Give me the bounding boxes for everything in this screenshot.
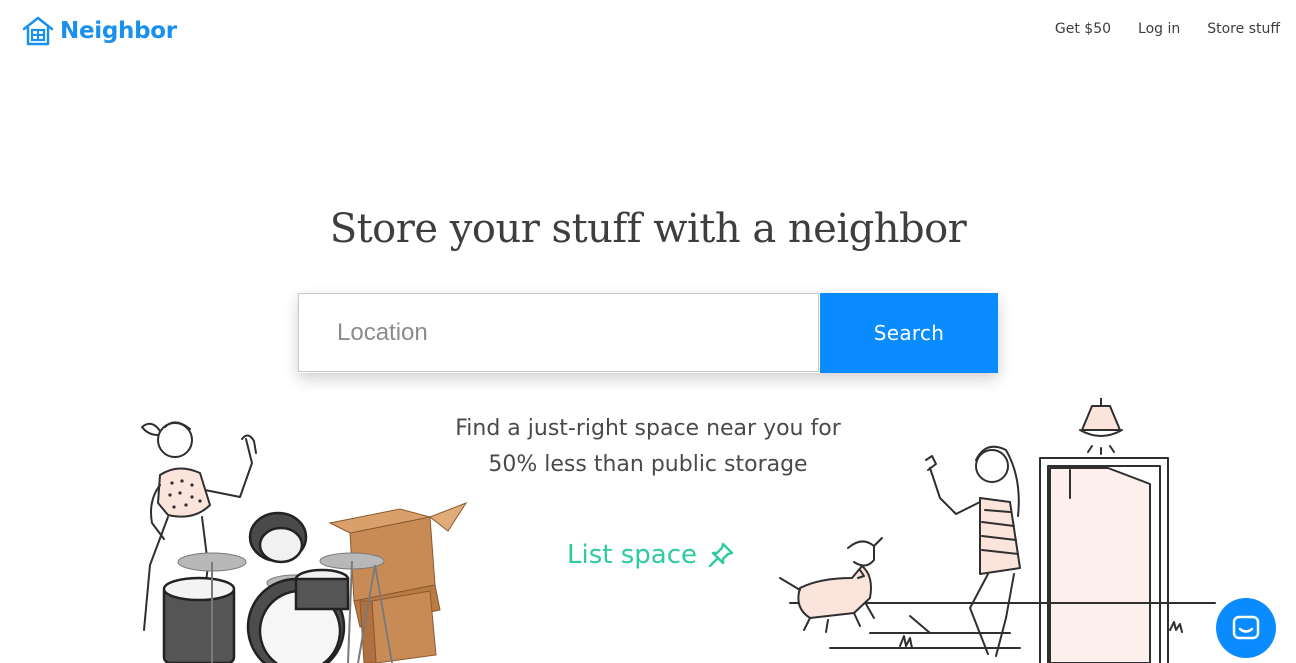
nav-get-50-link[interactable]: Get $50 — [1055, 21, 1111, 37]
hero-headline: Store your stuff with a neighbor — [329, 206, 967, 252]
drum-kit-illustration — [141, 421, 468, 663]
search-button[interactable]: Search — [820, 293, 998, 373]
list-space-link[interactable]: List space — [567, 540, 735, 570]
storage-door-illustration — [779, 398, 1216, 663]
top-nav: Get $50 Log in Store stuff — [1055, 21, 1280, 37]
search-bar: Search — [298, 293, 998, 373]
brand-name: Neighbor — [60, 18, 177, 44]
page: Neighbor Get $50 Log in Store stuff Stor… — [0, 0, 1296, 663]
list-space-label: List space — [567, 540, 697, 570]
chat-launcher-button[interactable] — [1216, 598, 1276, 658]
location-input[interactable] — [298, 293, 819, 372]
chat-bubble-icon — [1232, 615, 1260, 640]
nav-store-stuff-link[interactable]: Store stuff — [1207, 21, 1280, 37]
neighbor-logo-link[interactable]: Neighbor — [22, 14, 177, 48]
house-icon — [22, 16, 54, 46]
pushpin-icon — [708, 542, 734, 568]
nav-login-link[interactable]: Log in — [1138, 21, 1180, 37]
